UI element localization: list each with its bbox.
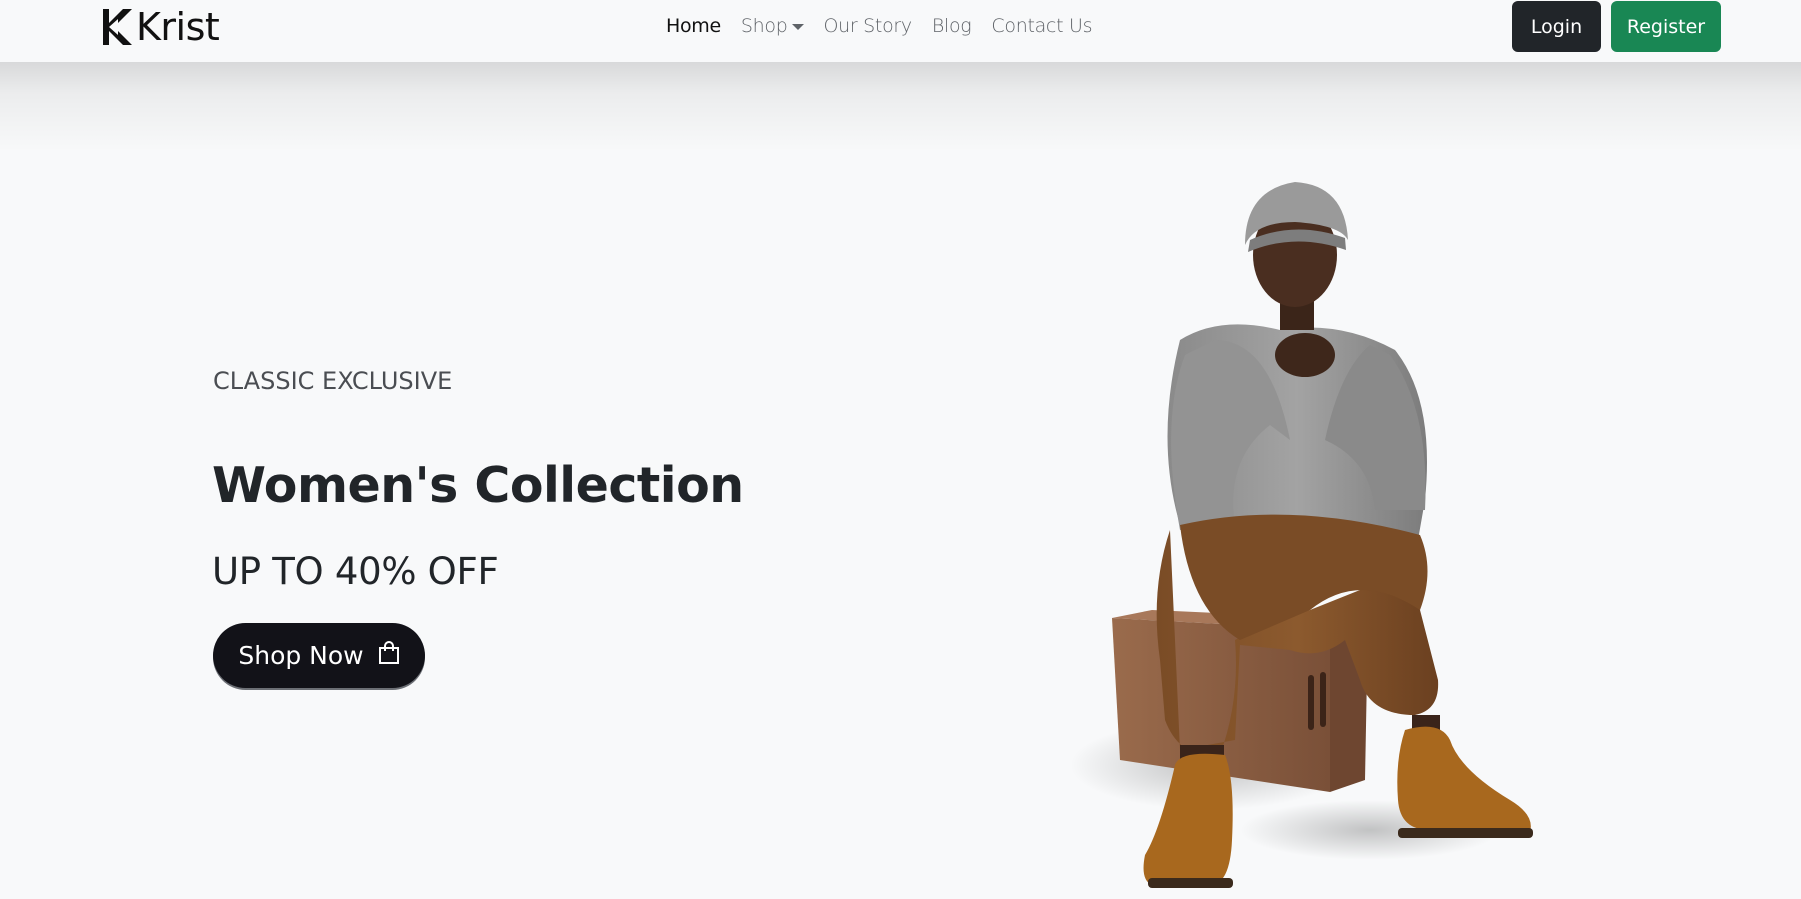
shop-now-label: Shop Now xyxy=(238,641,364,670)
shopping-bag-icon xyxy=(378,640,400,671)
brand-name: Krist xyxy=(136,5,220,49)
shop-now-button[interactable]: Shop Now xyxy=(213,623,425,688)
hero-title: Women's Collection xyxy=(212,457,744,514)
nav-item-our-story[interactable]: Our Story xyxy=(824,15,913,37)
nav-item-shop[interactable]: Shop xyxy=(741,15,804,37)
navbar: Krist Home Shop Our Story Blog Contact U… xyxy=(0,0,1801,62)
main-nav: Home Shop Our Story Blog Contact Us xyxy=(666,11,1112,41)
nav-item-shop-label: Shop xyxy=(740,15,788,37)
nav-item-contact-us[interactable]: Contact Us xyxy=(991,15,1092,37)
krist-k-logo-icon xyxy=(101,9,135,45)
brand-logo[interactable]: Krist xyxy=(101,5,220,49)
login-button[interactable]: Login xyxy=(1512,1,1601,52)
nav-item-home[interactable]: Home xyxy=(666,15,721,37)
nav-item-blog[interactable]: Blog xyxy=(932,15,972,37)
hero-offer: UP TO 40% OFF xyxy=(212,550,499,593)
register-button[interactable]: Register xyxy=(1611,1,1721,52)
hero-section: CLASSIC EXCLUSIVE Women's Collection UP … xyxy=(0,62,1801,895)
hero-subtitle: CLASSIC EXCLUSIVE xyxy=(213,367,453,395)
caret-down-icon xyxy=(791,24,804,30)
